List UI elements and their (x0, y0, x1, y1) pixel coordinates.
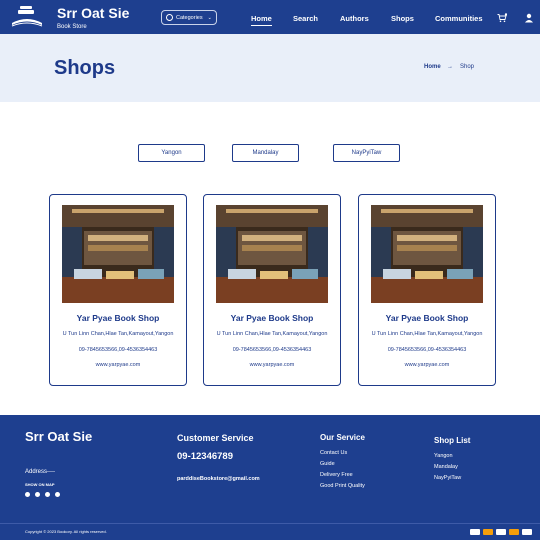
city-filter-yangon[interactable]: Yangon (138, 144, 205, 162)
our-service-title: Our Service (320, 433, 365, 442)
shop-list-title: Shop List (434, 436, 471, 445)
footer: Srr Oat Sie Address---- SHOW ON MAP Cust… (0, 415, 540, 540)
footer-address: Address---- (25, 469, 56, 475)
shop-name[interactable]: Yar Pyae Book Shop (204, 313, 340, 323)
categories-icon (166, 14, 173, 21)
service-link-delivery[interactable]: Delivery Free (320, 472, 353, 478)
shop-name[interactable]: Yar Pyae Book Shop (50, 313, 186, 323)
nav-communities[interactable]: Communities (435, 14, 483, 23)
breadcrumb-home[interactable]: Home (424, 64, 441, 70)
shop-phone: 09-7845653566,09-4536354463 (387, 347, 467, 353)
shop-address: U Tun Linn Chan,Hlae Tan,Kamayout,Yangon (216, 331, 328, 337)
book-logo-icon[interactable] (9, 5, 45, 29)
city-filter-naypyitaw[interactable]: NayPyiTaw (333, 144, 400, 162)
nav-authors[interactable]: Authors (340, 14, 369, 23)
visa-icon (496, 529, 506, 535)
brand-name[interactable]: Srr Oat Sie (57, 5, 129, 21)
shop-list-mandalay[interactable]: Mandalay (434, 464, 458, 470)
shop-name[interactable]: Yar Pyae Book Shop (359, 313, 495, 323)
mastercard-icon (483, 529, 493, 535)
copyright-text: Copyright © 2023 Bookory. All rights res… (25, 529, 107, 534)
footer-phone: 09-12346789 (177, 451, 233, 462)
youtube-icon[interactable] (45, 492, 50, 497)
page-title: Shops (54, 57, 116, 79)
footer-email[interactable]: parddiseBookstore@gmail.com (177, 476, 260, 482)
facebook-icon[interactable] (25, 492, 30, 497)
city-filter-mandalay[interactable]: Mandalay (232, 144, 299, 162)
shop-list-yangon[interactable]: Yangon (434, 453, 453, 459)
service-link-quality[interactable]: Good Print Quality (320, 483, 365, 489)
shop-image (371, 205, 483, 303)
customer-service-title: Customer Service (177, 433, 254, 443)
service-link-guide[interactable]: Guide (320, 461, 335, 467)
shop-image (216, 205, 328, 303)
shop-phone: 09-7845653566,09-4536354463 (232, 347, 312, 353)
visa-icon (522, 529, 532, 535)
chevron-down-icon: ⌄ (207, 14, 212, 21)
user-icon[interactable] (524, 13, 534, 23)
categories-dropdown[interactable]: Categories ⌄ (161, 10, 217, 25)
shop-card[interactable]: Yar Pyae Book Shop U Tun Linn Chan,Hlae … (49, 194, 187, 386)
brand-subtitle: Book Store (57, 24, 87, 30)
shop-website[interactable]: www.yarpyae.com (204, 362, 340, 368)
shop-image (62, 205, 174, 303)
twitter-icon[interactable] (55, 492, 60, 497)
instagram-icon[interactable] (35, 492, 40, 497)
breadcrumb-current: Shop (460, 64, 475, 70)
show-on-map-link[interactable]: SHOW ON MAP (25, 482, 55, 487)
cart-icon[interactable] (497, 13, 507, 23)
service-link-contact[interactable]: Contact Us (320, 450, 347, 456)
social-links (25, 492, 60, 497)
shop-website[interactable]: www.yarpyae.com (50, 362, 186, 368)
top-header: Srr Oat Sie Book Store Categories ⌄ Home… (0, 0, 540, 34)
shop-card[interactable]: Yar Pyae Book Shop U Tun Linn Chan,Hlae … (203, 194, 341, 386)
visa-icon (470, 529, 480, 535)
shop-phone: 09-7845653566,09-4536354463 (78, 347, 158, 353)
shop-address: U Tun Linn Chan,Hlae Tan,Kamayout,Yangon (62, 331, 174, 337)
shop-address: U Tun Linn Chan,Hlae Tan,Kamayout,Yangon (371, 331, 483, 337)
breadcrumb-arrow-icon: → (447, 64, 453, 70)
nav-search[interactable]: Search (293, 14, 318, 23)
nav-shops[interactable]: Shops (391, 14, 414, 23)
mastercard-icon (509, 529, 519, 535)
shop-list-naypyitaw[interactable]: NayPyiTaw (434, 475, 461, 481)
shop-website[interactable]: www.yarpyae.com (359, 362, 495, 368)
footer-divider (0, 523, 540, 524)
nav-home[interactable]: Home (251, 14, 272, 26)
shop-card[interactable]: Yar Pyae Book Shop U Tun Linn Chan,Hlae … (358, 194, 496, 386)
footer-brand: Srr Oat Sie (25, 429, 93, 444)
categories-label: Categories (176, 14, 203, 21)
